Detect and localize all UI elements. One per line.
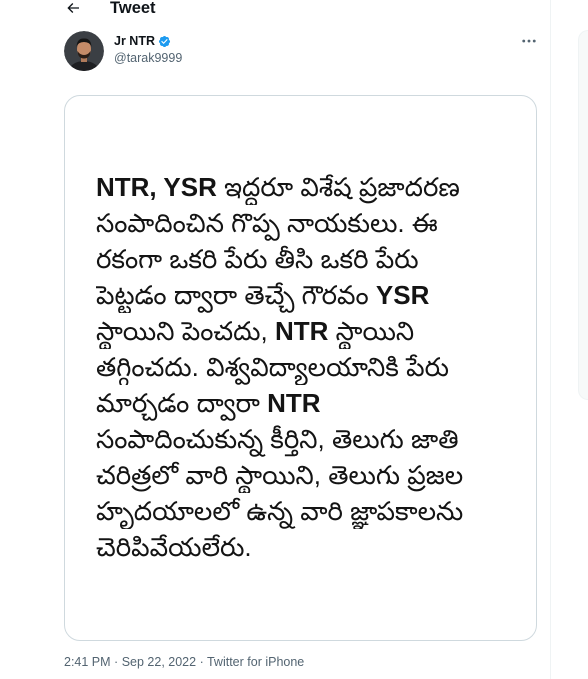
tweet-image-text: ఇద్దరూ విశేష ప్రజాదరణ [224,172,460,202]
more-options-icon [522,39,536,43]
tweet-image-line: పెట్టడం ద్వారా తెచ్చే గౌరవం YSR [96,277,532,313]
avatar[interactable] [64,31,104,71]
author-name-row: Jr NTR [114,33,171,49]
avatar-image [64,31,104,71]
tweet-image-text: సంపాదించిన గొప్ప నాయకులు. ఈ [96,208,438,238]
tweet-image-text: చరిత్రలో వారి స్థాయిని, తెలుగు ప్రజల [96,460,464,490]
tweet-date-link[interactable]: Sep 22, 2022 [122,655,196,669]
tweet-image-text: చెరిపివేయలేరు. [96,532,252,562]
tweet-time-link[interactable]: 2:41 PM [64,655,111,669]
tweet-image-highlight-text: YSR [375,280,430,310]
tweet-source-link[interactable]: Twitter for iPhone [207,655,304,669]
tweet-image-line: చరిత్రలో వారి స్థాయిని, తెలుగు ప్రజల [96,457,532,493]
tweet-image-line: చెరిపివేయలేరు. [96,529,532,565]
author-handle[interactable]: @tarak9999 [114,50,182,66]
tweet-image-text: హృదయాలలో ఉన్న వారి జ్ఞాపకాలను [96,496,464,526]
tweet-image-highlight-text: NTR [267,388,321,418]
sidebar-panel [578,30,588,400]
meta-separator: · [199,655,204,669]
arrow-left-icon [67,3,79,13]
tweet-image-line: సంపాదించిన గొప్ప నాయకులు. ఈ [96,205,532,241]
tweet-image-line: రకంగా ఒకరి పేరు తీసి ఒకరి పేరు [96,241,532,277]
tweet-image-line: స్థాయిని పెంచదు, NTR స్థాయిని [96,313,532,349]
tweet-image-line: సంపాదించుకున్న కీర్తిని, తెలుగు జాతి [96,421,532,457]
meta-separator: · [114,655,119,669]
tweet-image-text: మార్చడం ద్వారా [96,388,260,418]
tweet-image-line: మార్చడం ద్వారా NTR [96,385,532,421]
tweet-meta: 2:41 PM · Sep 22, 2022 · Twitter for iPh… [64,654,304,670]
author-name[interactable]: Jr NTR [114,33,155,49]
tweet-image-line: తగ్గించదు. విశ్వవిద్యాలయానికి పేరు [96,349,532,385]
tweet-image-text: పెట్టడం ద్వారా తెచ్చే గౌరవం [96,280,369,310]
tweet-image-line: NTR, YSR ఇద్దరూ విశేష ప్రజాదరణ [96,169,532,205]
tweet-image-text: స్థాయిని పెంచదు, [96,316,268,346]
tweet-image-text-block: NTR, YSR ఇద్దరూ విశేష ప్రజాదరణ సంపాదించి… [96,169,532,565]
tweet-image-text: తగ్గించదు. విశ్వవిద్యాలయానికి పేరు [96,352,449,382]
page-title: Tweet [110,0,156,17]
tweet-image-highlight-text: NTR [274,316,329,346]
tweet-image[interactable]: NTR, YSR ఇద్దరూ విశేష ప్రజాదరణ సంపాదించి… [64,95,537,641]
back-button[interactable] [65,0,81,16]
tweet-image-text: స్థాయిని [335,316,415,346]
column-divider [550,0,551,679]
more-options-button[interactable] [520,32,538,50]
verified-badge-icon [158,35,171,48]
tweet-image-text: సంపాదించుకున్న కీర్తిని, తెలుగు జాతి [96,424,459,454]
tweet-image-line: హృదయాలలో ఉన్న వారి జ్ఞాపకాలను [96,493,532,529]
tweet-image-text: రకంగా ఒకరి పేరు తీసి ఒకరి పేరు [96,244,419,274]
tweet-image-highlight-text: NTR, YSR [96,172,217,202]
